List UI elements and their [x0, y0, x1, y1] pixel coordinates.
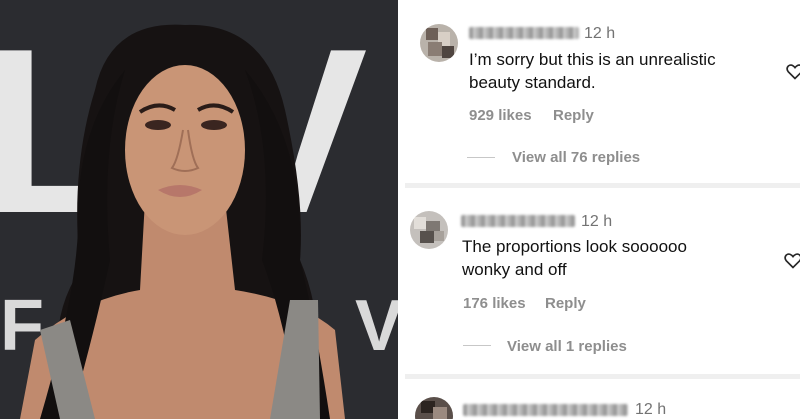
- avatar[interactable]: [420, 24, 458, 62]
- blurred-username[interactable]: [461, 215, 575, 227]
- image-divider: [398, 0, 405, 419]
- heart-outline-icon[interactable]: [783, 250, 800, 270]
- view-replies-button[interactable]: View all 1 replies: [507, 338, 627, 355]
- comment-text-line: wonky and off: [462, 260, 567, 279]
- avatar[interactable]: [415, 397, 453, 419]
- heart-outline-icon[interactable]: [785, 61, 800, 81]
- comment-item: 12 h The proportions look soooooo wonky …: [405, 188, 800, 374]
- likes-count[interactable]: 176 likes: [463, 295, 526, 312]
- comment-text: The proportions look soooooo wonky and o…: [462, 235, 762, 281]
- avatar[interactable]: [410, 211, 448, 249]
- backdrop-letter-v: V: [355, 286, 398, 366]
- comments-panel: 12 h I’m sorry but this is an unrealisti…: [405, 0, 800, 419]
- view-replies-button[interactable]: View all 76 replies: [512, 149, 640, 166]
- comment-text-line: beauty standard.: [469, 73, 596, 92]
- comment-time: 12 h: [584, 25, 616, 42]
- comment-text-line: The proportions look soooooo: [462, 237, 687, 256]
- reply-button[interactable]: Reply: [553, 107, 594, 124]
- comment-item: 12 h: [405, 379, 800, 419]
- comment-text-line: I’m sorry but this is an unrealistic: [469, 50, 716, 69]
- celebrity-photo: LIV F V: [0, 0, 398, 419]
- thread-line: [463, 345, 491, 346]
- blurred-username[interactable]: [463, 404, 628, 416]
- likes-count[interactable]: 929 likes: [469, 107, 532, 124]
- comment-text: I’m sorry but this is an unrealistic bea…: [469, 48, 769, 94]
- comment-time: 12 h: [635, 401, 667, 418]
- comment-time: 12 h: [581, 213, 613, 230]
- blurred-username[interactable]: [469, 27, 579, 39]
- comment-item: 12 h I’m sorry but this is an unrealisti…: [405, 0, 800, 183]
- reply-button[interactable]: Reply: [545, 295, 586, 312]
- thread-line: [467, 157, 495, 158]
